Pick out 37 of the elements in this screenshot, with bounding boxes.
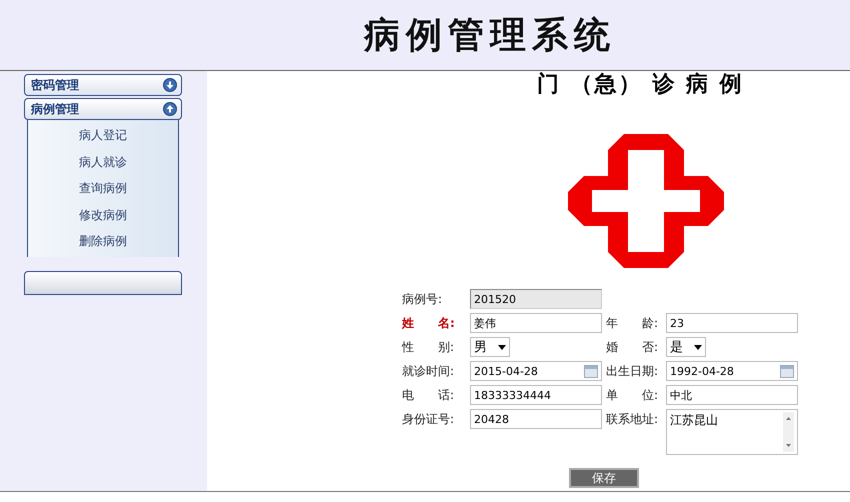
input-field[interactable]: 姜伟 — [470, 313, 602, 333]
menu-item[interactable]: 修改病例 — [79, 202, 127, 228]
field-label: 身份证号: — [402, 411, 456, 428]
menu-section-header[interactable]: 密码管理 — [24, 74, 182, 96]
caret-icon — [498, 344, 506, 350]
field-label: 年 龄: — [606, 315, 660, 332]
address-field[interactable]: 江苏昆山 — [666, 409, 798, 455]
field-label: 姓 名: — [402, 315, 456, 332]
field-label: 性 别: — [402, 339, 456, 356]
case-number-field[interactable]: 201520 — [470, 289, 602, 309]
calendar-icon — [584, 364, 598, 378]
save-button[interactable]: 保存 — [569, 468, 639, 488]
form-title: 门 （急） 诊 病 例 — [537, 70, 744, 99]
field-label: 就诊时间: — [402, 363, 456, 380]
field-label: 联系地址: — [606, 411, 660, 428]
scrollbar-drawing — [783, 412, 794, 452]
field-label: 婚 否: — [606, 339, 660, 356]
menu-item[interactable]: 查询病例 — [79, 175, 127, 202]
dropdown[interactable]: 男 — [470, 337, 510, 357]
input-field[interactable]: 23 — [666, 313, 798, 333]
date-field[interactable]: 2015-04-28 — [470, 361, 602, 381]
calendar-icon — [780, 364, 794, 378]
menu-item[interactable]: 病人就诊 — [79, 148, 127, 175]
field-label: 出生日期: — [606, 363, 660, 380]
field-label: 病例号: — [402, 291, 444, 308]
menu-section-header[interactable]: 病例管理 — [24, 98, 182, 120]
input-field[interactable]: 18333334444 — [470, 385, 602, 405]
dropdown[interactable]: 是 — [666, 337, 706, 357]
app-title: 病例管理系统 — [364, 12, 616, 58]
caret-icon — [694, 344, 702, 350]
input-field[interactable]: 中北 — [666, 385, 798, 405]
menu-item[interactable]: 病人登记 — [79, 122, 127, 148]
date-field[interactable]: 1992-04-28 — [666, 361, 798, 381]
field-label: 电 话: — [402, 387, 456, 404]
input-field[interactable]: 20428 — [470, 409, 602, 429]
menu-item[interactable]: 删除病例 — [79, 228, 127, 254]
field-label: 单 位: — [606, 387, 660, 404]
